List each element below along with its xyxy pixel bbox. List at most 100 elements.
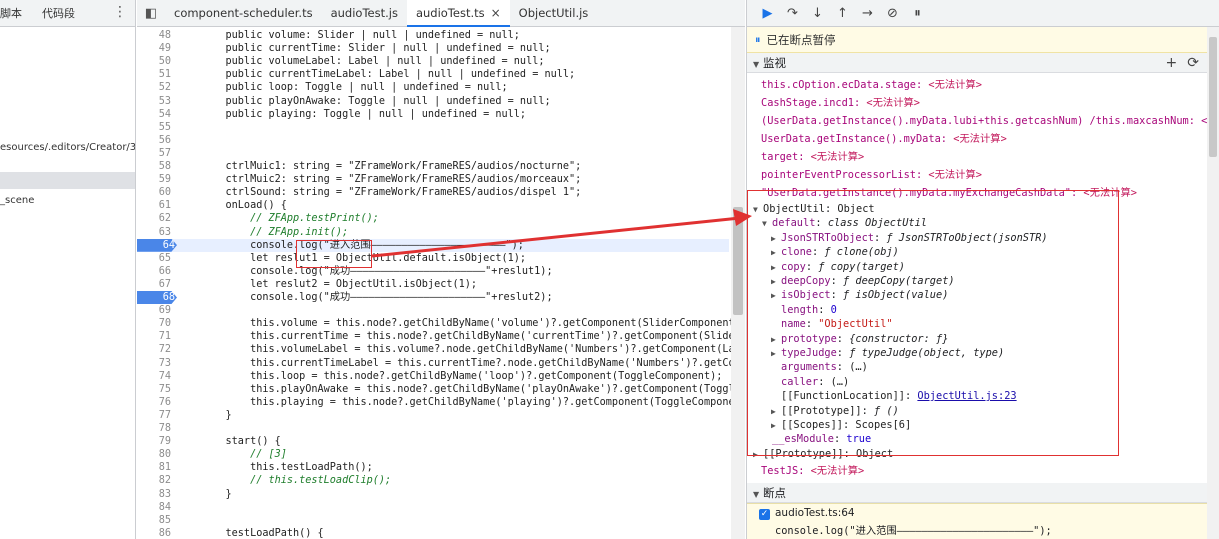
code-line[interactable]: 80 // [3] (137, 448, 729, 461)
step-over-icon[interactable]: ↷ (780, 6, 805, 21)
line-number[interactable]: 85 (137, 514, 173, 527)
line-number[interactable]: 70 (137, 317, 173, 330)
line-number[interactable]: 56 (137, 134, 173, 147)
pause-on-exceptions-icon[interactable]: ⏸ (905, 6, 930, 21)
watch-row[interactable]: pointerEventProcessorList: <无法计算> (747, 166, 1207, 184)
code-line[interactable]: 60 ctrlSound: string = "ZFrameWork/Frame… (137, 186, 729, 199)
file-tree-item-selected[interactable] (0, 172, 135, 189)
line-number[interactable]: 80 (137, 448, 173, 461)
code-line[interactable]: 69 (137, 304, 729, 317)
code-line[interactable]: 51 public currentTimeLabel: Label | null… (137, 68, 729, 81)
line-number[interactable]: 54 (137, 108, 173, 121)
code-line[interactable]: 72 this.volumeLabel = this.volume?.node.… (137, 343, 745, 356)
line-number[interactable]: 58 (137, 160, 173, 173)
code-line[interactable]: 70 this.volume = this.node?.getChildByNa… (137, 317, 745, 330)
line-number[interactable]: 84 (137, 501, 173, 514)
code-line[interactable]: 83 } (137, 488, 729, 501)
line-number[interactable]: 81 (137, 461, 173, 474)
watch-row[interactable]: target: <无法计算> (747, 148, 1207, 166)
line-number[interactable]: 83 (137, 488, 173, 501)
code-line[interactable]: 78 (137, 422, 729, 435)
code-line[interactable]: 82 // this.testLoadClip(); (137, 474, 729, 487)
code-line[interactable]: 57 (137, 147, 729, 160)
code-line[interactable]: 62 // ZFApp.testPrint(); (137, 212, 729, 225)
line-number[interactable]: 79 (137, 435, 173, 448)
code-line[interactable]: 84 (137, 501, 729, 514)
add-watch-icon[interactable]: + (1166, 55, 1188, 71)
editor-scrollbar[interactable] (731, 27, 745, 539)
watch-row[interactable]: (UserData.getInstance().myData.lubi+this… (747, 112, 1207, 130)
more-options-icon[interactable]: ⋮ (113, 5, 127, 19)
code-line[interactable]: 79 start() { (137, 435, 729, 448)
line-number[interactable]: 69 (137, 304, 173, 317)
toggle-navigator-icon[interactable]: ◧ (137, 6, 165, 21)
breakpoint-item[interactable]: ✓ audioTest.ts:64 console.log("进入范围—————… (747, 503, 1208, 539)
code-line[interactable]: 53 public playOnAwake: Toggle | null | u… (137, 95, 729, 108)
code-line[interactable]: 67 let reslut2 = ObjectUtil.isObject(1); (137, 278, 729, 291)
line-number[interactable]: 57 (137, 147, 173, 160)
line-number[interactable]: 76 (137, 396, 173, 409)
code-line[interactable]: 85 (137, 514, 729, 527)
code-line[interactable]: 55 (137, 121, 729, 134)
scrollbar-thumb[interactable] (733, 207, 743, 315)
code-line[interactable]: 49 public currentTime: Slider | null | u… (137, 42, 729, 55)
line-number[interactable]: 72 (137, 343, 173, 356)
line-number[interactable]: 48 (137, 29, 173, 42)
code-line[interactable]: 77 } (137, 409, 729, 422)
line-number[interactable]: 77 (137, 409, 173, 422)
line-number[interactable]: 74 (137, 370, 173, 383)
line-number[interactable]: 67 (137, 278, 173, 291)
resume-icon[interactable]: ▶ (755, 6, 780, 21)
breakpoint-checkbox[interactable]: ✓ (759, 509, 770, 520)
watch-row[interactable]: this.cOption.ecData.stage: <无法计算> (747, 76, 1207, 94)
tab-scripts[interactable]: 脚本 (0, 5, 22, 21)
code-line[interactable]: 74 this.loop = this.node?.getChildByName… (137, 370, 729, 383)
code-line[interactable]: 48 public volume: Slider | null | undefi… (137, 29, 729, 42)
editor-tab[interactable]: ObjectUtil.js (510, 0, 598, 27)
line-number[interactable]: 63 (137, 226, 173, 239)
line-number[interactable]: 78 (137, 422, 173, 435)
close-icon[interactable]: × (491, 6, 501, 20)
code-line[interactable]: 73 this.currentTimeLabel = this.currentT… (137, 357, 745, 370)
line-number[interactable]: 52 (137, 81, 173, 94)
step-out-icon[interactable]: ↑ (830, 6, 855, 21)
code-line[interactable]: 58 ctrlMuic1: string = "ZFrameWork/Frame… (137, 160, 729, 173)
line-number[interactable]: 53 (137, 95, 173, 108)
tab-snippets[interactable]: 代码段 (42, 5, 75, 21)
code-line[interactable]: 54 public playing: Toggle | null | undef… (137, 108, 729, 121)
scrollbar-thumb[interactable] (1209, 37, 1217, 157)
line-number[interactable]: 86 (137, 527, 173, 539)
line-number[interactable]: 82 (137, 474, 173, 487)
code-line[interactable]: 52 public loop: Toggle | null | undefine… (137, 81, 729, 94)
line-number[interactable]: 50 (137, 55, 173, 68)
line-number[interactable]: 73 (137, 357, 173, 370)
editor-tab-active[interactable]: audioTest.ts × (406, 0, 510, 27)
code-line[interactable]: 65 let reslut1 = ObjectUtil.default.isOb… (137, 252, 729, 265)
line-number[interactable]: 49 (137, 42, 173, 55)
code-line[interactable]: 86 testLoadPath() { (137, 527, 729, 539)
code-line[interactable]: 75 this.playOnAwake = this.node?.getChil… (137, 383, 745, 396)
code-line[interactable]: 63 // ZFApp.init(); (137, 226, 729, 239)
line-number[interactable]: 59 (137, 173, 173, 186)
code-line[interactable]: 81 this.testLoadPath(); (137, 461, 729, 474)
editor-tab[interactable]: component-scheduler.ts (165, 0, 322, 27)
code-line[interactable]: 59 ctrlMuic2: string = "ZFrameWork/Frame… (137, 173, 729, 186)
watch-row[interactable]: UserData.getInstance().myData: <无法计算> (747, 130, 1207, 148)
line-number[interactable]: 75 (137, 383, 173, 396)
code-line[interactable]: 61 onLoad() { (137, 199, 729, 212)
file-tree-item[interactable]: esources/.editors/Creator/3.4. (0, 139, 135, 156)
code-line[interactable]: 68 console.log("成功——————————————————————… (137, 291, 729, 305)
breakpoints-header[interactable]: ▼ 断点 (747, 483, 1219, 503)
line-number[interactable]: 55 (137, 121, 173, 134)
watch-header[interactable]: ▼ 监视 +⟳ (747, 53, 1219, 73)
step-icon[interactable]: → (855, 6, 880, 21)
code-line[interactable]: 50 public volumeLabel: Label | null | un… (137, 55, 729, 68)
code-line[interactable]: 64 console.log("进入范围————————————————————… (137, 238, 729, 252)
watch-row[interactable]: CashStage.incd1: <无法计算> (747, 94, 1207, 112)
line-number[interactable]: 61 (137, 199, 173, 212)
debugger-scrollbar[interactable] (1207, 27, 1219, 539)
line-number[interactable]: 65 (137, 252, 173, 265)
breakpoint-line-number[interactable]: 68 (137, 291, 177, 305)
line-number[interactable]: 66 (137, 265, 173, 278)
code-line[interactable]: 71 this.currentTime = this.node?.getChil… (137, 330, 745, 343)
